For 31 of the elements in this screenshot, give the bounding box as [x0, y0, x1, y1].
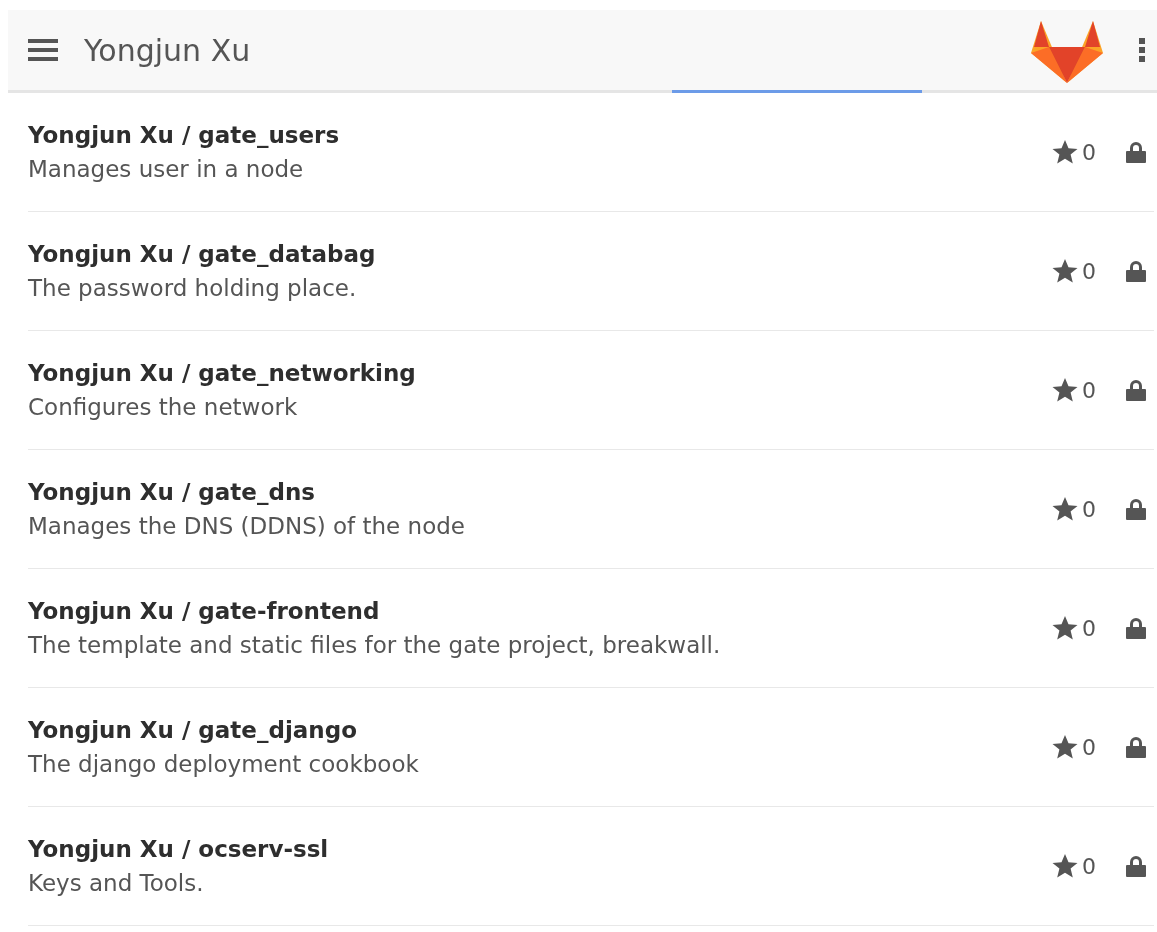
star-count: 0	[1082, 377, 1096, 403]
project-name-link[interactable]: Yongjun Xu / gate_django	[28, 717, 1052, 743]
more-options-icon[interactable]	[1139, 38, 1145, 62]
star-icon	[1052, 735, 1078, 759]
star-count: 0	[1082, 496, 1096, 522]
star-count: 0	[1082, 615, 1096, 641]
project-description: Configures the network	[28, 394, 299, 420]
star-icon	[1052, 854, 1078, 878]
star-icon	[1052, 259, 1078, 283]
project-description: The password holding place.	[28, 275, 358, 301]
star-icon	[1052, 616, 1078, 640]
star-count: 0	[1082, 258, 1096, 284]
project-description: Manages user in a node	[28, 156, 305, 182]
project-name-link[interactable]: Yongjun Xu / gate_databag	[28, 241, 1052, 267]
project-description: The template and static files for the gate project, breakwall.	[28, 632, 722, 658]
menu-icon[interactable]	[28, 38, 58, 62]
star-count: 0	[1082, 734, 1096, 760]
star-icon	[1052, 497, 1078, 521]
header-title: Yongjun Xu	[84, 32, 252, 68]
star-icon	[1052, 140, 1078, 164]
project-name-link[interactable]: Yongjun Xu / gate_networking	[28, 360, 1052, 386]
project-name-link[interactable]: Yongjun Xu / gate_users	[28, 122, 1052, 148]
project-description: Keys and Tools.	[28, 870, 205, 896]
project-description: Manages the DNS (DDNS) of the node	[28, 513, 466, 539]
project-name-link[interactable]: Yongjun Xu / gate_dns	[28, 479, 1052, 505]
star-count: 0	[1082, 139, 1096, 165]
project-description: The django deployment cookbook	[28, 751, 420, 777]
project-name-link[interactable]: Yongjun Xu / ocserv-ssl	[28, 836, 1052, 862]
star-icon	[1052, 378, 1078, 402]
project-name-link[interactable]: Yongjun Xu / gate-frontend	[28, 598, 1052, 624]
star-count: 0	[1082, 853, 1096, 879]
